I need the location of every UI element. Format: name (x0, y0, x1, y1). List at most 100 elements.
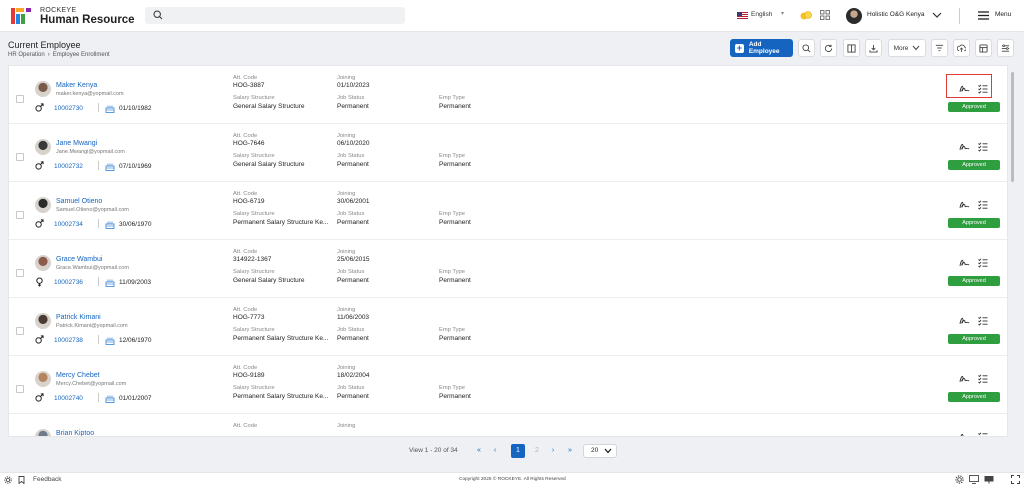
emp-type-label: Emp Type (439, 327, 465, 333)
employee-name[interactable]: Brian Kiptoo (56, 430, 94, 436)
employee-row[interactable]: Jane Mwangi Jane.Mwangi@yopmail.com Att. C… (9, 124, 1007, 182)
employee-row[interactable]: Patrick Kimani Patrick.Kimani@yopmail.com… (9, 298, 1007, 356)
last-page-button[interactable]: » (563, 444, 577, 458)
language-caret-icon[interactable]: ▾ (781, 10, 784, 17)
organization-name[interactable]: Holistic O&G Kenya (867, 11, 924, 18)
hamburger-icon[interactable] (978, 11, 989, 20)
signature-icon[interactable] (959, 432, 970, 436)
row-checkbox[interactable] (16, 153, 24, 161)
employee-name[interactable]: Patrick Kimani (56, 314, 101, 321)
employee-id[interactable]: 10002730 (54, 105, 83, 112)
settings-list-button[interactable] (997, 39, 1014, 57)
date-of-birth: 01/01/2007 (119, 395, 152, 402)
download-button[interactable] (865, 39, 882, 57)
display-icon[interactable] (984, 475, 994, 484)
employee-id[interactable]: 10002740 (54, 395, 83, 402)
employee-name[interactable]: Samuel Otieno (56, 198, 102, 205)
checklist-icon[interactable] (978, 200, 988, 212)
employee-id[interactable]: 10002732 (54, 163, 83, 170)
language-select[interactable]: English (751, 11, 772, 18)
joining-value: 18/02/2004 (337, 372, 370, 379)
filter-button[interactable] (931, 39, 948, 57)
row-checkbox[interactable] (16, 385, 24, 393)
scrollbar[interactable] (1011, 72, 1014, 182)
employee-row[interactable]: Mercy Chebet Mercy.Chebet@yopmail.com Att.… (9, 356, 1007, 414)
signature-icon[interactable] (959, 200, 970, 212)
row-checkbox[interactable] (16, 327, 24, 335)
employee-id[interactable]: 10002738 (54, 337, 83, 344)
signature-icon[interactable] (959, 374, 970, 386)
upload-button[interactable] (953, 39, 970, 57)
joining-label: Joining (337, 191, 356, 197)
employee-row[interactable]: Maker Kenya maker.kenya@yopmail.com Att. C… (9, 66, 1007, 124)
pagination-info: View 1 - 20 of 34 (409, 447, 458, 454)
signature-icon[interactable] (959, 142, 970, 154)
row-checkbox[interactable] (16, 269, 24, 277)
layout-button[interactable] (975, 39, 992, 57)
job-status-value: Permanent (337, 277, 369, 284)
employee-avatar (35, 139, 51, 155)
employee-id[interactable]: 10002734 (54, 221, 83, 228)
employee-name[interactable]: Jane Mwangi (56, 140, 97, 147)
columns-icon (847, 43, 856, 53)
menu-button[interactable]: Menu (995, 11, 1011, 18)
feedback-link[interactable]: Feedback (33, 476, 62, 483)
apps-grid-icon[interactable] (820, 10, 830, 20)
refresh-button[interactable] (820, 39, 837, 57)
prev-page-button[interactable]: ‹ (488, 444, 502, 458)
job-status-value: Permanent (337, 219, 369, 226)
employee-name[interactable]: Maker Kenya (56, 82, 97, 89)
employee-row[interactable]: Samuel Otieno Samuel.Otieno@yopmail.com At… (9, 182, 1007, 240)
row-checkbox[interactable] (16, 211, 24, 219)
checklist-icon[interactable] (978, 432, 988, 436)
employee-name[interactable]: Grace Wambui (56, 256, 102, 263)
user-avatar[interactable] (846, 8, 862, 24)
columns-button[interactable] (843, 39, 860, 57)
more-dropdown[interactable]: More (888, 39, 926, 57)
employee-list: Maker Kenya maker.kenya@yopmail.com Att. C… (8, 65, 1008, 437)
next-page-button[interactable]: › (546, 444, 560, 458)
employee-row[interactable]: Brian Kiptoo Att. Code Joining (9, 414, 1007, 436)
row-checkbox[interactable] (16, 95, 24, 103)
checklist-icon[interactable] (978, 258, 988, 270)
page-size-select[interactable]: 20 (583, 444, 617, 458)
first-page-button[interactable]: « (472, 444, 486, 458)
fullscreen-icon[interactable] (1011, 475, 1020, 484)
page-2-button[interactable]: 2 (530, 444, 544, 458)
plus-icon: + (735, 42, 744, 53)
employee-avatar (35, 313, 51, 329)
att-code-value: HOG-7646 (233, 140, 265, 147)
emp-type-value: Permanent (439, 161, 471, 168)
checklist-icon[interactable] (978, 142, 988, 154)
salary-structure-label: Salary Structure (233, 385, 275, 391)
signature-icon[interactable] (959, 316, 970, 328)
search-button[interactable] (798, 39, 815, 57)
salary-structure-value: General Salary Structure (233, 103, 305, 110)
signature-icon[interactable] (959, 258, 970, 270)
page-1-button[interactable]: 1 (511, 444, 525, 458)
breadcrumb-hr-operation[interactable]: HR Operation (8, 52, 45, 58)
top-bar: ROCKEYE Human Resource English ▾ Holisti… (0, 0, 1024, 32)
checklist-icon[interactable] (978, 316, 988, 328)
settings-icon[interactable] (4, 476, 12, 484)
status-badge: Approved (948, 392, 1000, 402)
bookmark-icon[interactable] (18, 476, 25, 484)
monitor-icon[interactable] (969, 475, 979, 484)
search-input[interactable] (145, 7, 405, 24)
divider (98, 393, 99, 402)
chevron-down-icon[interactable] (931, 9, 943, 21)
joining-value: 11/06/2003 (337, 314, 370, 321)
coins-icon[interactable] (800, 10, 812, 21)
divider (98, 277, 99, 286)
employee-name[interactable]: Mercy Chebet (56, 372, 100, 379)
footer: Feedback Copyright 2025 © ROCKEYE. All R… (0, 472, 1024, 486)
status-badge: Approved (948, 160, 1000, 170)
checklist-icon[interactable] (978, 374, 988, 386)
gear-icon[interactable] (955, 475, 964, 484)
highlight-box (946, 74, 992, 98)
salary-structure-label: Salary Structure (233, 211, 275, 217)
joining-label: Joining (337, 307, 356, 313)
employee-row[interactable]: Grace Wambui Grace.Wambui@yopmail.com Att.… (9, 240, 1007, 298)
add-employee-button[interactable]: + Add Employee (730, 39, 793, 57)
employee-id[interactable]: 10002736 (54, 279, 83, 286)
